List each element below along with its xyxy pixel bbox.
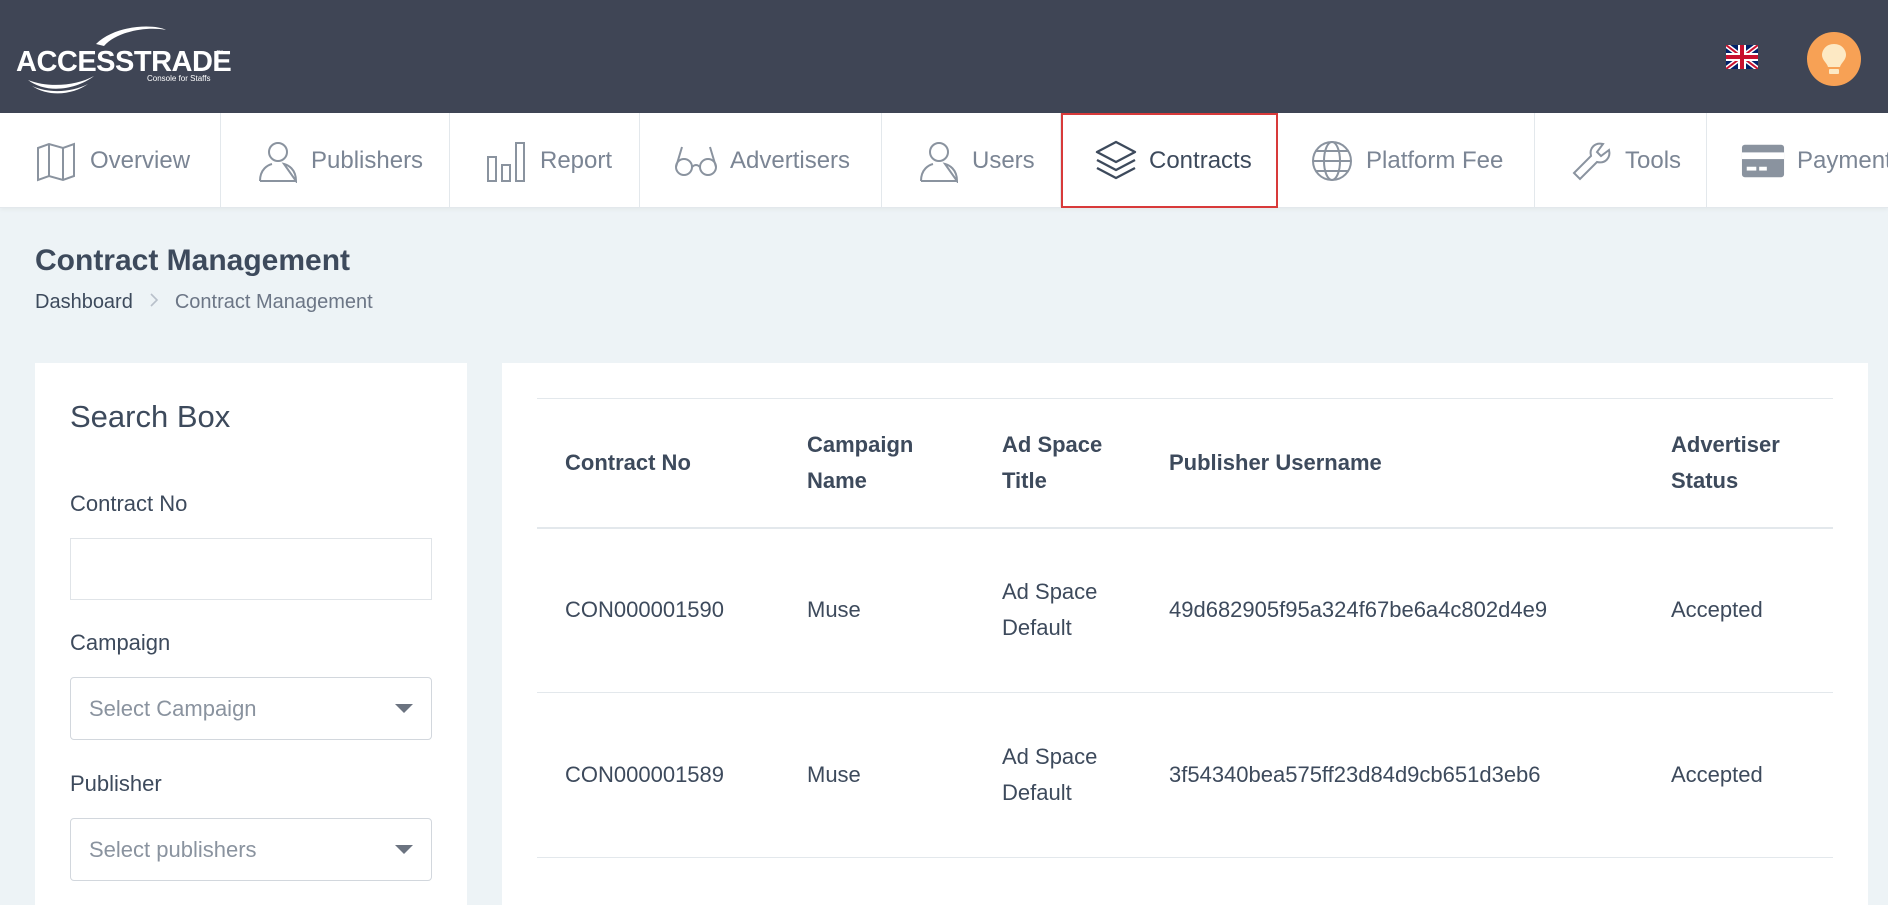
wrench-icon [1571, 139, 1613, 183]
column-header-advertiser-status[interactable]: Advertiser Status [1643, 398, 1833, 529]
nav-item-platform-fee[interactable]: Platform Fee [1278, 113, 1535, 208]
cell-contract-no: CON000001589 [537, 692, 779, 858]
publisher-select-placeholder: Select publishers [89, 836, 257, 862]
nav-label-tools: Tools [1625, 146, 1682, 174]
cell-ad-space-title-text: Ad Space Default [1002, 579, 1098, 641]
nav-item-tools[interactable]: Tools [1535, 113, 1707, 208]
cell-campaign-name: Muse [779, 692, 974, 858]
glasses-icon [674, 139, 718, 183]
top-header: ACCESSTRADE ™ Console for Staffs [0, 0, 1888, 113]
nav-label-report: Report [540, 146, 613, 174]
nav-item-overview[interactable]: Overview [0, 113, 221, 208]
nav-label-overview: Overview [90, 146, 191, 174]
search-box-title: Search Box [70, 399, 231, 434]
credit-card-icon [1741, 139, 1785, 183]
nav-item-publishers[interactable]: Publishers [221, 113, 450, 208]
contracts-table: Contract No Campaign Name Ad Space Title… [537, 398, 1833, 858]
column-header-publisher-username[interactable]: Publisher Username [1141, 398, 1643, 529]
uk-flag-icon[interactable] [1724, 43, 1760, 71]
nav-label-contracts: Contracts [1149, 146, 1252, 174]
cell-advertiser-status: Accepted [1643, 692, 1833, 858]
contract-no-input[interactable] [70, 538, 432, 600]
nav-item-advertisers[interactable]: Advertisers [640, 113, 882, 208]
layers-icon [1095, 139, 1137, 183]
nav-item-payment[interactable]: Payment [1707, 113, 1888, 208]
cell-advertiser-status: Accepted [1643, 527, 1833, 693]
table-row[interactable]: CON000001590 Muse Ad Space Default 49d68… [537, 527, 1833, 693]
publisher-select[interactable]: Select publishers [70, 818, 432, 881]
nav-item-report[interactable]: Report [450, 113, 640, 208]
lightbulb-icon [1822, 44, 1846, 74]
breadcrumb-current: Contract Management [174, 291, 373, 313]
cell-publisher-username: 3f54340bea575ff23d84d9cb651d3eb6 [1141, 692, 1643, 858]
cell-contract-no: CON000001590 [537, 527, 779, 693]
main-nav: Overview Publishers Report Advertisers U… [0, 113, 1888, 208]
logo-trademark: ™ [216, 50, 223, 57]
map-icon [34, 139, 78, 183]
cell-ad-space-title: Ad Space Default [974, 692, 1141, 858]
column-header-contract-no[interactable]: Contract No [537, 398, 779, 529]
bar-chart-icon [484, 139, 528, 183]
page-title: Contract Management [35, 244, 351, 277]
caret-down-icon [395, 845, 413, 854]
column-header-ad-space-title[interactable]: Ad Space Title [974, 398, 1141, 529]
chevron-right-icon [149, 292, 159, 313]
breadcrumb: Dashboard Contract Management [35, 291, 373, 314]
campaign-select[interactable]: Select Campaign [70, 677, 432, 740]
search-box-panel: Search Box Contract No Campaign Select C… [35, 363, 467, 905]
nav-label-users: Users [972, 146, 1035, 174]
accesstrade-logo[interactable]: ACCESSTRADE ™ Console for Staffs [16, 24, 232, 96]
contracts-table-panel: Contract No Campaign Name Ad Space Title… [502, 363, 1868, 905]
cell-publisher-username: 49d682905f95a324f67be6a4c802d4e9 [1141, 527, 1643, 693]
cell-ad-space-title: Ad Space Default [974, 527, 1141, 693]
table-row[interactable]: CON000001589 Muse Ad Space Default 3f543… [537, 692, 1833, 858]
nav-label-publishers: Publishers [311, 146, 424, 174]
caret-down-icon [395, 704, 413, 713]
cell-ad-space-title-text: Ad Space Default [1002, 744, 1098, 805]
nav-label-platform-fee: Platform Fee [1366, 146, 1504, 174]
table-header-row: Contract No Campaign Name Ad Space Title… [537, 398, 1833, 529]
user-icon [916, 139, 960, 183]
column-header-campaign-name-text: Campaign Name [807, 431, 914, 493]
column-header-ad-space-title-text: Ad Space Title [1002, 431, 1103, 493]
contract-no-label: Contract No [70, 491, 188, 516]
user-avatar[interactable] [1807, 32, 1861, 86]
nav-label-advertisers: Advertisers [730, 146, 851, 174]
campaign-select-placeholder: Select Campaign [89, 695, 257, 721]
user-icon [255, 139, 299, 183]
publisher-label: Publisher [70, 771, 162, 796]
campaign-label: Campaign [70, 630, 171, 655]
breadcrumb-dashboard-link[interactable]: Dashboard [35, 291, 133, 314]
globe-icon [1310, 139, 1354, 183]
logo-subtitle: Console for Staffs [147, 74, 211, 83]
nav-item-contracts[interactable]: Contracts [1061, 113, 1278, 208]
nav-item-users[interactable]: Users [882, 113, 1061, 208]
column-header-campaign-name[interactable]: Campaign Name [779, 398, 974, 529]
column-header-advertiser-status-text: Advertiser Status [1671, 431, 1780, 493]
nav-label-payment: Payment [1797, 146, 1888, 174]
cell-campaign-name: Muse [779, 527, 974, 693]
